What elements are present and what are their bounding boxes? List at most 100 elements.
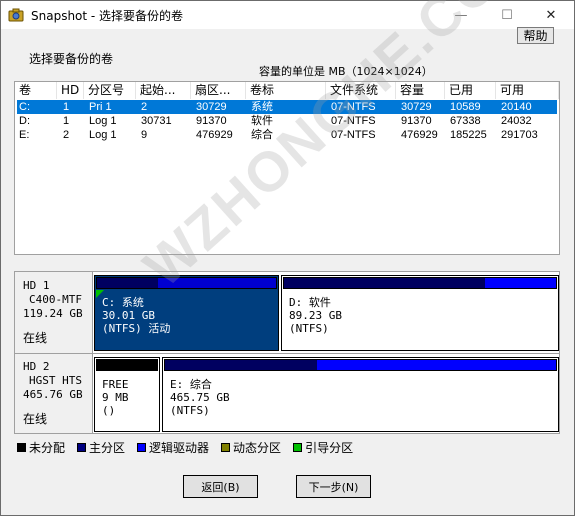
partition-fs: (NTFS) 活动 bbox=[102, 322, 171, 335]
partition-size: 30.01 GB bbox=[102, 309, 155, 322]
cell-partition: Pri 1 bbox=[89, 101, 112, 113]
partition-fs: (NTFS) bbox=[289, 322, 329, 335]
minimize-button[interactable]: — bbox=[438, 1, 484, 29]
cell-volume: E: bbox=[19, 129, 30, 141]
title-bar: Snapshot - 选择要备份的卷 — ☐ ✕ bbox=[1, 1, 574, 29]
cell-sectors: 30729 bbox=[196, 101, 227, 113]
cell-partition: Log 1 bbox=[89, 115, 117, 127]
partition-size: 9 MB bbox=[102, 391, 129, 404]
column-header[interactable]: 卷标 bbox=[246, 82, 326, 99]
cell-partition: Log 1 bbox=[89, 129, 117, 141]
partition-label: D: 软件 bbox=[289, 296, 331, 309]
cell-start: 2 bbox=[141, 101, 148, 113]
help-button[interactable]: 帮助 bbox=[517, 27, 554, 44]
legend-swatch bbox=[221, 442, 231, 452]
partition-legend: 未分配 主分区 逻辑驱动器 动态分区 引导分区 bbox=[17, 439, 365, 455]
maximize-button[interactable]: ☐ bbox=[484, 1, 530, 29]
partition-usage-bar bbox=[164, 359, 557, 371]
disk-info-1: HD 1 C400-MTF 119.24 GB 在线 bbox=[15, 272, 93, 353]
legend-item: 主分区 bbox=[77, 439, 125, 456]
legend-swatch bbox=[137, 442, 147, 452]
cell-label: 软件 bbox=[251, 115, 273, 127]
disk-size: 465.76 GB bbox=[23, 388, 83, 401]
partition-fs: (NTFS) bbox=[170, 404, 210, 417]
disk-name: HD 1 bbox=[23, 279, 50, 292]
cell-start: 9 bbox=[141, 129, 148, 141]
cell-capacity: 30729 bbox=[401, 101, 432, 113]
cell-sectors: 91370 bbox=[196, 115, 227, 127]
legend-label: 主分区 bbox=[89, 440, 126, 455]
legend-swatch bbox=[17, 442, 26, 452]
cell-hd: 2 bbox=[63, 129, 70, 141]
disk-size: 119.24 GB bbox=[23, 307, 83, 320]
partition-label: FREE bbox=[102, 378, 129, 391]
column-header[interactable]: 可用 bbox=[496, 82, 559, 99]
cell-capacity: 476929 bbox=[401, 129, 438, 141]
disk-model: HGST HTS bbox=[29, 374, 82, 387]
cell-filesystem: 07-NTFS bbox=[331, 115, 376, 127]
partition-usage-bar bbox=[96, 277, 277, 289]
next-button[interactable]: 下一步(N) bbox=[296, 475, 371, 498]
partition-free[interactable]: FREE 9 MB () bbox=[94, 357, 160, 432]
cell-filesystem: 07-NTFS bbox=[331, 129, 376, 141]
back-button[interactable]: 返回(B) bbox=[183, 475, 258, 498]
table-row[interactable]: D: 1 Log 1 30731 91370 软件 07-NTFS 91370 … bbox=[17, 114, 557, 128]
legend-label: 引导分区 bbox=[305, 440, 354, 455]
legend-swatch bbox=[77, 442, 87, 452]
window-title: Snapshot - 选择要备份的卷 bbox=[31, 9, 184, 23]
cell-used: 67338 bbox=[450, 115, 481, 127]
camera-icon bbox=[8, 7, 24, 23]
legend-label: 动态分区 bbox=[233, 440, 282, 455]
column-header[interactable]: 已用 bbox=[445, 82, 496, 99]
cell-hd: 1 bbox=[63, 115, 70, 127]
column-header[interactable]: 分区号 bbox=[84, 82, 136, 99]
legend-item: 引导分区 bbox=[293, 439, 353, 456]
cell-label: 综合 bbox=[251, 129, 273, 141]
table-row[interactable]: E: 2 Log 1 9 476929 综合 07-NTFS 476929 18… bbox=[17, 128, 557, 142]
cell-filesystem: 07-NTFS bbox=[331, 101, 376, 113]
legend-label: 逻辑驱动器 bbox=[149, 440, 210, 455]
cell-free: 20140 bbox=[501, 101, 532, 113]
legend-item: 未分配 bbox=[17, 439, 65, 456]
cell-start: 30731 bbox=[141, 115, 172, 127]
column-header[interactable]: 容量 bbox=[396, 82, 445, 99]
legend-label: 未分配 bbox=[29, 440, 66, 455]
cell-free: 24032 bbox=[501, 115, 532, 127]
table-row[interactable]: C: 1 Pri 1 2 30729 系统 07-NTFS 30729 1058… bbox=[17, 100, 557, 114]
disk-model: C400-MTF bbox=[29, 293, 82, 306]
legend-swatch bbox=[293, 442, 303, 452]
legend-item: 逻辑驱动器 bbox=[137, 439, 209, 456]
column-header[interactable]: 卷 bbox=[15, 82, 57, 99]
prompt-label: 选择要备份的卷 bbox=[29, 52, 114, 66]
partition-label: E: 综合 bbox=[170, 378, 212, 391]
cell-free: 291703 bbox=[501, 129, 538, 141]
volume-list[interactable]: 卷 HD 分区号 起始... 扇区... 卷标 文件系统 容量 已用 可用 C:… bbox=[14, 81, 560, 255]
partition-size: 89.23 GB bbox=[289, 309, 342, 322]
legend-item: 动态分区 bbox=[221, 439, 281, 456]
partition-e[interactable]: E: 综合 465.75 GB (NTFS) bbox=[162, 357, 559, 432]
column-header[interactable]: 文件系统 bbox=[326, 82, 396, 99]
close-button[interactable]: ✕ bbox=[528, 1, 574, 29]
snapshot-window: Snapshot - 选择要备份的卷 — ☐ ✕ 帮助 选择要备份的卷 容量的单… bbox=[0, 0, 575, 516]
cell-hd: 1 bbox=[63, 101, 70, 113]
disk-status: 在线 bbox=[23, 412, 48, 426]
cell-volume: C: bbox=[19, 101, 30, 113]
column-header[interactable]: 起始... bbox=[136, 82, 191, 99]
disk-status: 在线 bbox=[23, 331, 48, 345]
partition-usage-bar bbox=[96, 359, 158, 371]
disk-info-2: HD 2 HGST HTS 465.76 GB 在线 bbox=[15, 354, 93, 433]
cell-sectors: 476929 bbox=[196, 129, 233, 141]
partition-fs: () bbox=[102, 404, 116, 417]
cell-volume: D: bbox=[19, 115, 30, 127]
partition-d[interactable]: D: 软件 89.23 GB (NTFS) bbox=[281, 275, 559, 351]
cell-capacity: 91370 bbox=[401, 115, 432, 127]
disk-name: HD 2 bbox=[23, 360, 50, 373]
cell-label: 系统 bbox=[251, 101, 273, 113]
cell-used: 185225 bbox=[450, 129, 487, 141]
partition-usage-bar bbox=[283, 277, 557, 289]
column-header[interactable]: 扇区... bbox=[191, 82, 246, 99]
partition-size: 465.75 GB bbox=[170, 391, 230, 404]
partition-c[interactable]: C: 系统 30.01 GB (NTFS) 活动 bbox=[94, 275, 279, 351]
column-header[interactable]: HD bbox=[57, 82, 84, 99]
disk-divider bbox=[15, 353, 559, 354]
